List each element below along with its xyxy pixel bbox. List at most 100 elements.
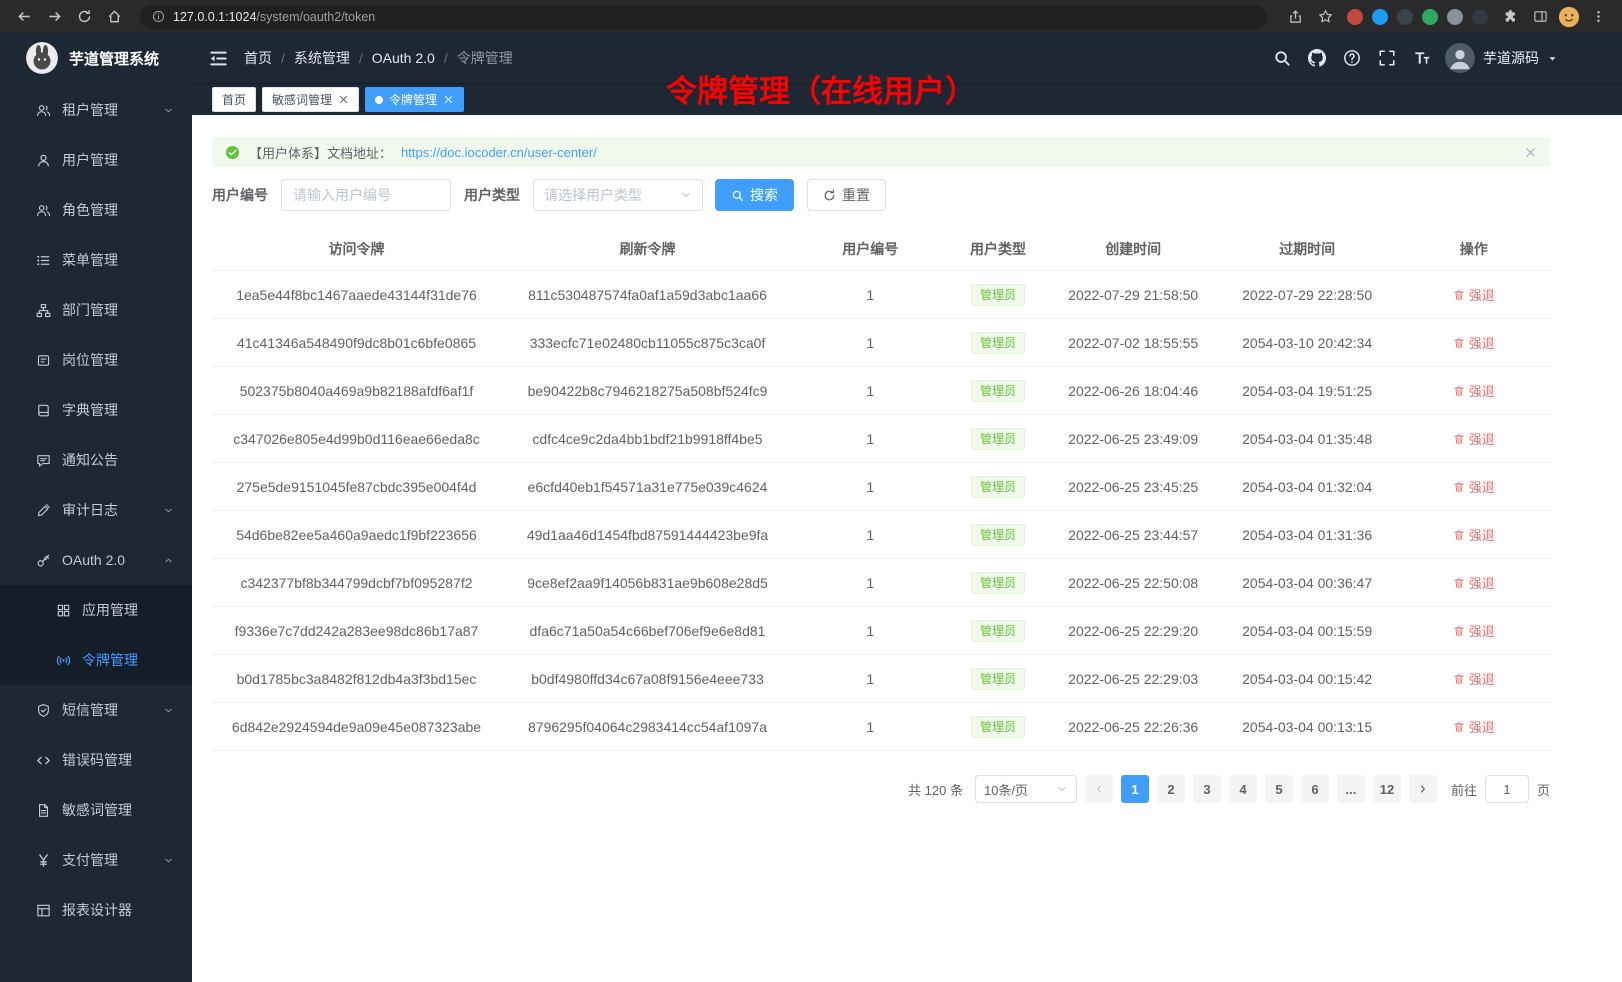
sidebar-item[interactable]: 部门管理 (0, 285, 192, 335)
user-type-select[interactable]: 请选择用户类型 (533, 179, 703, 211)
expire-time-cell: 2054-03-04 19:51:25 (1217, 383, 1398, 399)
goto-suffix: 页 (1537, 780, 1550, 799)
bookmark-star-icon[interactable] (1313, 5, 1337, 29)
expire-time-cell: 2054-03-04 01:32:04 (1217, 479, 1398, 495)
action-cell: 强退 (1397, 429, 1550, 448)
browser-menu-icon[interactable] (1586, 5, 1610, 29)
search-icon[interactable] (1273, 49, 1291, 67)
sidebar-item-label: 错误码管理 (62, 750, 174, 770)
sidebar-item[interactable]: 菜单管理 (0, 235, 192, 285)
browser-profile-avatar[interactable] (1558, 6, 1580, 28)
back-icon[interactable] (12, 5, 36, 29)
sidebar-item-label: 支付管理 (62, 850, 152, 870)
view-tab[interactable]: 敏感词管理 (262, 87, 359, 112)
sidebar-item[interactable]: 字典管理 (0, 385, 192, 435)
chevron-down-icon (163, 705, 174, 716)
column-header: 过期时间 (1217, 239, 1398, 259)
next-page-button[interactable] (1409, 775, 1437, 803)
font-size-icon[interactable] (1413, 49, 1431, 67)
force-logout-button[interactable]: 强退 (1453, 429, 1495, 448)
fullscreen-icon[interactable] (1378, 49, 1396, 67)
force-logout-button[interactable]: 强退 (1453, 381, 1495, 400)
sidebar-item[interactable]: 通知公告 (0, 435, 192, 485)
page-number-button[interactable]: 1 (1121, 775, 1149, 803)
extension-icon[interactable] (1447, 9, 1463, 25)
extension-icon[interactable] (1422, 9, 1438, 25)
reload-icon[interactable] (72, 5, 96, 29)
pagination: 共 120 条10条/页123456...12前往页 (212, 775, 1550, 803)
question-icon[interactable] (1343, 49, 1361, 67)
force-logout-button[interactable]: 强退 (1453, 621, 1495, 640)
github-icon[interactable] (1308, 49, 1326, 67)
extension-icon[interactable] (1347, 9, 1363, 25)
sidebar-item[interactable]: 短信管理 (0, 685, 192, 735)
breadcrumb-item[interactable]: OAuth 2.0 (372, 50, 435, 66)
share-icon[interactable] (1283, 5, 1307, 29)
home-icon[interactable] (102, 5, 126, 29)
close-icon[interactable] (338, 94, 349, 105)
force-logout-button[interactable]: 强退 (1453, 333, 1495, 352)
prev-page-button[interactable] (1085, 775, 1113, 803)
user-type-tag: 管理员 (971, 716, 1025, 738)
page-number-button[interactable]: 3 (1193, 775, 1221, 803)
sidebar-item[interactable]: 用户管理 (0, 135, 192, 185)
forward-icon[interactable] (42, 5, 66, 29)
more-pages-button[interactable]: ... (1337, 775, 1365, 803)
extension-icon[interactable] (1397, 9, 1413, 25)
user-id-input[interactable] (281, 179, 451, 211)
page-number-button[interactable]: 5 (1265, 775, 1293, 803)
extension-icon[interactable] (1372, 9, 1388, 25)
force-logout-button[interactable]: 强退 (1453, 477, 1495, 496)
site-info-icon[interactable] (152, 10, 165, 23)
page-size-select[interactable]: 10条/页 (975, 775, 1077, 803)
sidebar-subitem[interactable]: 应用管理 (0, 585, 192, 635)
force-logout-button[interactable]: 强退 (1453, 669, 1495, 688)
sidebar-subitem[interactable]: 令牌管理 (0, 635, 192, 685)
force-logout-button[interactable]: 强退 (1453, 285, 1495, 304)
sidebar-item[interactable]: 审计日志 (0, 485, 192, 535)
collapse-menu-icon[interactable] (208, 48, 229, 69)
force-logout-label: 强退 (1469, 573, 1495, 592)
page-number-button[interactable]: 6 (1301, 775, 1329, 803)
force-logout-button[interactable]: 强退 (1453, 573, 1495, 592)
table-row: 41c41346a548490f9dc8b01c6bfe0865333ecfc7… (212, 319, 1550, 367)
sidebar-item[interactable]: 敏感词管理 (0, 785, 192, 835)
close-icon[interactable] (443, 94, 454, 105)
edit-icon (36, 503, 51, 518)
force-logout-button[interactable]: 强退 (1453, 717, 1495, 736)
book-icon (36, 403, 51, 418)
extensions-puzzle-icon[interactable] (1498, 5, 1522, 29)
code-icon (36, 753, 51, 768)
search-button[interactable]: 搜索 (715, 179, 794, 211)
split-view-icon[interactable] (1528, 5, 1552, 29)
goto-page-input[interactable] (1485, 775, 1529, 803)
sidebar-item[interactable]: 岗位管理 (0, 335, 192, 385)
user-menu[interactable]: 芋道源码 (1445, 43, 1558, 73)
address-bar[interactable]: 127.0.0.1:1024/system/oauth2/token (140, 5, 1267, 29)
alert-close-icon[interactable] (1524, 146, 1537, 159)
yen-icon (36, 853, 51, 868)
sidebar-item[interactable]: 报表设计器 (0, 885, 192, 935)
sidebar-item[interactable]: 租户管理 (0, 85, 192, 135)
extension-icon[interactable] (1472, 9, 1488, 25)
user-id-cell: 1 (794, 479, 947, 495)
sidebar-item[interactable]: 错误码管理 (0, 735, 192, 785)
alert-link[interactable]: https://doc.iocoder.cn/user-center/ (401, 145, 597, 160)
breadcrumb-item[interactable]: 首页 (244, 48, 272, 68)
sidebar-item[interactable]: OAuth 2.0 (0, 535, 192, 585)
user-type-tag: 管理员 (971, 668, 1025, 690)
user-type-tag: 管理员 (971, 620, 1025, 642)
doc-icon (36, 803, 51, 818)
sidebar-item[interactable]: 角色管理 (0, 185, 192, 235)
user-id-cell: 1 (794, 431, 947, 447)
force-logout-button[interactable]: 强退 (1453, 525, 1495, 544)
sidebar-item-label: 岗位管理 (62, 350, 174, 370)
view-tab[interactable]: 首页 (212, 87, 256, 112)
sidebar-item[interactable]: 支付管理 (0, 835, 192, 885)
breadcrumb-item[interactable]: 系统管理 (294, 48, 350, 68)
page-number-button[interactable]: 4 (1229, 775, 1257, 803)
page-number-button[interactable]: 2 (1157, 775, 1185, 803)
view-tab[interactable]: 令牌管理 (365, 87, 464, 112)
reset-button[interactable]: 重置 (807, 179, 886, 211)
page-number-button[interactable]: 12 (1373, 775, 1401, 803)
